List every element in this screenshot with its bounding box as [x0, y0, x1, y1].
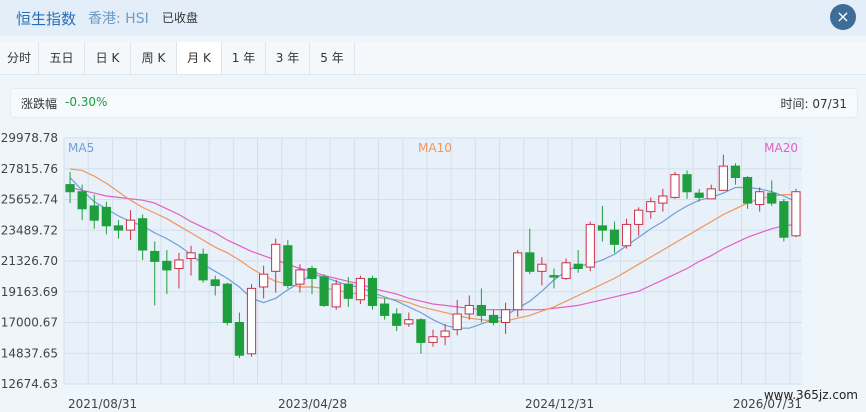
- candle-body: [779, 201, 789, 238]
- candle-body: [89, 205, 99, 221]
- candle-body: [234, 322, 245, 356]
- y-tick-label: 29978.78: [1, 131, 58, 145]
- y-tick-label: 12674.63: [1, 377, 58, 391]
- candle-body: [670, 174, 680, 198]
- tab-five-day[interactable]: 五日: [39, 42, 85, 74]
- x-tick-label: 2021/08/31: [68, 397, 137, 411]
- candle-body: [198, 253, 208, 281]
- change-value: -0.30%: [65, 95, 108, 109]
- market-status: 已收盘: [162, 11, 199, 25]
- candle-body: [525, 252, 535, 272]
- candle-body: [609, 229, 620, 245]
- candle-body: [440, 330, 450, 338]
- candle-body: [464, 304, 474, 315]
- y-tick-label: 27815.76: [1, 162, 58, 176]
- watermark: www.365jz.com: [763, 388, 858, 402]
- candle-body: [682, 174, 692, 193]
- candle-body: [162, 260, 172, 271]
- candle-body: [404, 319, 414, 325]
- index-title: 恒生指数: [16, 10, 77, 28]
- candle-body: [125, 219, 136, 231]
- candle-body: [730, 165, 741, 179]
- candle-body: [634, 209, 644, 225]
- tab-weekly-k[interactable]: 周 K: [131, 42, 177, 74]
- candle-body: [307, 267, 317, 279]
- candle-body: [621, 223, 632, 247]
- tab-intraday[interactable]: 分时: [0, 42, 39, 74]
- y-tick-label: 17000.67: [1, 316, 58, 330]
- candle-body: [561, 262, 571, 279]
- candle-body: [742, 177, 753, 204]
- candle-body: [513, 252, 523, 311]
- tab-monthly-k[interactable]: 月 K: [177, 42, 222, 74]
- candle-body: [65, 184, 75, 193]
- candle-body: [658, 195, 668, 204]
- candle-body: [222, 283, 232, 324]
- candle-body: [416, 319, 426, 343]
- candle-body: [791, 191, 801, 237]
- candle-body: [488, 314, 499, 324]
- candle-body: [755, 191, 765, 206]
- candle-body: [101, 206, 111, 227]
- y-tick-label: 19163.69: [1, 285, 58, 299]
- candle-body: [210, 279, 220, 287]
- candle-body: [186, 252, 196, 260]
- candle-body: [113, 225, 124, 231]
- ma-legend-label: MA5: [68, 141, 94, 155]
- candle-body: [428, 336, 438, 343]
- candle-body: [549, 275, 559, 278]
- candle-body: [476, 304, 487, 316]
- close-icon[interactable]: ×: [830, 4, 856, 30]
- tab-three-year[interactable]: 3 年: [266, 42, 310, 74]
- time-label: 时间: 07/31: [780, 97, 847, 111]
- candle-body: [500, 309, 511, 324]
- candle-body: [379, 303, 390, 316]
- change-label: 涨跌幅: [21, 97, 58, 111]
- candle-body: [331, 283, 341, 308]
- tab-daily-k[interactable]: 日 K: [85, 42, 131, 74]
- candle-body: [343, 283, 353, 299]
- tab-one-year[interactable]: 1 年: [222, 42, 266, 74]
- x-tick-label: 2023/04/28: [278, 397, 347, 411]
- candle-body: [452, 313, 462, 331]
- candle-body: [694, 192, 704, 198]
- candle-body: [646, 201, 656, 213]
- y-tick-label: 25652.74: [1, 193, 58, 207]
- x-tick-label: 2024/12/31: [525, 397, 594, 411]
- y-tick-label: 23489.72: [1, 223, 58, 237]
- candle-body: [767, 192, 777, 204]
- y-tick-label: 14837.65: [1, 346, 58, 360]
- candle-body: [392, 313, 402, 326]
- candle-body: [718, 165, 728, 191]
- header-bar: 恒生指数 香港: HSI 已收盘 ×: [0, 0, 866, 36]
- ma-legend-label: MA10: [418, 141, 452, 155]
- candle-body: [585, 223, 595, 268]
- candle-body: [138, 218, 148, 251]
- candle-body: [597, 225, 607, 231]
- y-tick-label: 21326.70: [1, 254, 58, 268]
- ma-legend-label: MA20: [764, 141, 798, 155]
- candle-body: [77, 191, 87, 210]
- kline-chart[interactable]: 29978.78 27815.76 25652.74 23489.72 21326.70…: [0, 126, 866, 412]
- candle-body: [706, 188, 716, 200]
- candle-body: [174, 259, 184, 269]
- market-code: 香港: HSI: [88, 11, 149, 27]
- period-tabs: 分时 五日 日 K 周 K 月 K 1 年 3 年 5 年: [0, 42, 866, 75]
- candle-body: [367, 277, 378, 306]
- candle-body: [150, 250, 160, 262]
- candle-body: [319, 276, 329, 306]
- candle-body: [573, 263, 583, 269]
- candle-body: [355, 277, 366, 301]
- candle-body: [271, 243, 281, 272]
- info-bar: 涨跌幅 -0.30% 时间: 07/31: [10, 88, 858, 118]
- candle-body: [295, 269, 305, 285]
- candle-body: [537, 263, 547, 272]
- candle-body: [259, 273, 269, 288]
- candle-body: [246, 287, 257, 355]
- tab-five-year[interactable]: 5 年: [310, 42, 355, 74]
- candle-body: [283, 245, 293, 287]
